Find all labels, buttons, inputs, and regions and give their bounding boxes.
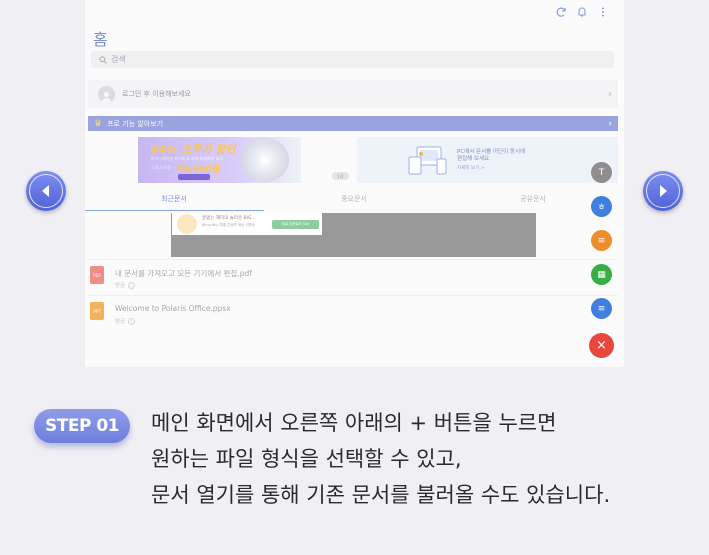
file-name: 내 문서를 가져오고 모든 기기에서 편집.pdf bbox=[115, 269, 252, 278]
chevron-right-icon bbox=[660, 185, 667, 197]
pro-banner-label: 프로 기능 알아보기 bbox=[107, 119, 164, 128]
new-hwp-button[interactable]: ㅎ bbox=[591, 196, 612, 217]
step-description: 메인 화면에서 오른쪽 아래의 + 버튼을 누르면 원하는 파일 형식을 선택할… bbox=[151, 405, 610, 513]
star-icon[interactable]: ☆ bbox=[128, 281, 136, 289]
ppt-file-icon: PPT bbox=[90, 302, 104, 320]
product-image bbox=[241, 138, 289, 182]
crown-icon: ♛ bbox=[94, 118, 103, 129]
prev-slide-button[interactable] bbox=[26, 171, 66, 211]
promo-old-price: 238,000원 → bbox=[151, 165, 176, 170]
banner-pager: 1/2 bbox=[332, 172, 349, 180]
pc-banner-more-link[interactable]: 자세히 보기 > bbox=[457, 165, 484, 171]
login-text: 로그인 후 이용해보세요 bbox=[122, 90, 191, 98]
app-screenshot: 홈 검색 로그인 후 이용해보세요 › ♛ 프로 기능 알아보기 › 84% 초… bbox=[85, 0, 624, 367]
promo-headline: 84% 초특가 할인 bbox=[151, 143, 236, 156]
ad-character-image bbox=[177, 214, 197, 234]
tab-important[interactable]: 중요문서 bbox=[284, 194, 424, 204]
ad-banner[interactable]: 끝없는 재미의 놀라운 BIG... Bling Blip 특별 콘텐츠 제공 … bbox=[172, 213, 322, 235]
active-tab-indicator bbox=[85, 210, 264, 211]
pro-features-banner[interactable]: ♛ 프로 기능 알아보기 › bbox=[88, 116, 618, 131]
tab-recent[interactable]: 최근문서 bbox=[104, 194, 244, 204]
bell-icon[interactable] bbox=[576, 6, 588, 18]
promo-banner[interactable]: 84% 초특가 할인 마이그레이션 패키지 & 최대 특별혜택 제공 238,0… bbox=[138, 137, 301, 183]
file-list-item[interactable]: PDF 내 문서를 가져오고 모든 기기에서 편집.pdf 방금 ☆ bbox=[88, 259, 618, 294]
new-text-button[interactable]: T bbox=[591, 162, 612, 183]
ad-download-button[interactable]: 무료 다운로드 Go! bbox=[272, 220, 319, 229]
chevron-right-icon: › bbox=[608, 118, 612, 129]
step-badge: STEP 01 bbox=[34, 409, 130, 443]
chevron-right-icon: › bbox=[608, 88, 612, 100]
new-slide-button[interactable]: ≡ bbox=[591, 230, 612, 251]
new-sheet-button[interactable]: ▦ bbox=[591, 264, 612, 285]
pdf-file-icon: PDF bbox=[90, 266, 104, 284]
page-title: 홈 bbox=[93, 30, 108, 49]
chevron-left-icon bbox=[42, 185, 49, 197]
close-fab-button[interactable]: × bbox=[589, 333, 614, 358]
next-slide-button[interactable] bbox=[643, 171, 683, 211]
file-list-item[interactable]: PPT Welcome to Polaris Office.ppsx 방금 ☆ bbox=[88, 295, 618, 330]
tab-shared[interactable]: 공유문서 bbox=[463, 194, 603, 204]
search-placeholder: 검색 bbox=[111, 55, 126, 64]
document-tabs: 최근문서 중요문서 공유문서 bbox=[85, 194, 624, 212]
step-line: 원하는 파일 형식을 선택할 수 있고, bbox=[151, 447, 462, 471]
ad-title: 끝없는 재미의 놀라운 BIG... bbox=[202, 216, 256, 221]
pc-sync-banner[interactable]: PC에서 문서를 어딘이 동시에 편집해 보세요. 자세히 보기 > bbox=[357, 137, 618, 183]
step-line: 문서 열기를 통해 기존 문서를 불러올 수도 있습니다. bbox=[151, 483, 611, 507]
pc-banner-text: PC에서 문서를 어딘이 동시에 편집해 보세요. bbox=[457, 149, 526, 162]
login-prompt[interactable]: 로그인 후 이용해보세요 › bbox=[88, 80, 618, 108]
promo-tag bbox=[178, 174, 210, 180]
file-meta: 방금 ☆ bbox=[115, 281, 136, 289]
ad-subtitle: Bling Blip 특별 콘텐츠 제공 이벤트 bbox=[202, 223, 256, 227]
new-word-button[interactable]: ≡ bbox=[591, 298, 612, 319]
more-vertical-icon[interactable] bbox=[599, 6, 607, 18]
devices-icon bbox=[408, 146, 447, 175]
file-meta: 방금 ☆ bbox=[115, 317, 136, 325]
search-input[interactable]: 검색 bbox=[91, 51, 614, 68]
sync-icon[interactable] bbox=[555, 6, 567, 18]
star-icon[interactable]: ☆ bbox=[128, 317, 136, 325]
step-line: 메인 화면에서 오른쪽 아래의 + 버튼을 누르면 bbox=[151, 411, 557, 435]
file-name: Welcome to Polaris Office.ppsx bbox=[115, 304, 231, 313]
avatar-icon bbox=[98, 85, 115, 103]
search-icon bbox=[99, 55, 107, 64]
